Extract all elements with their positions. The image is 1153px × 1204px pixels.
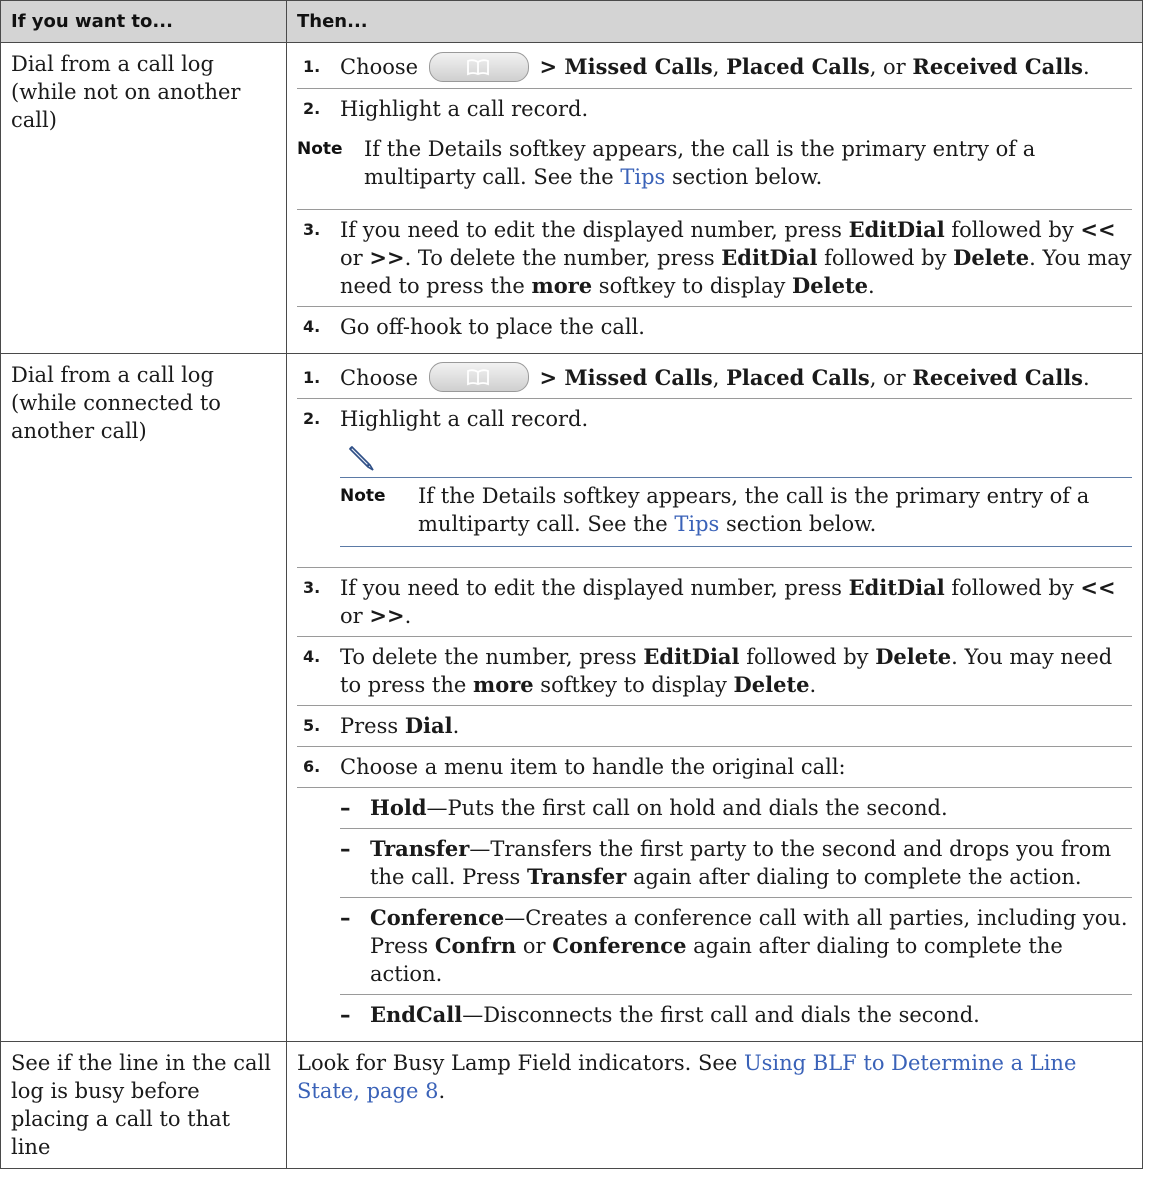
step: 4. To delete the number, press EditDial … (297, 637, 1132, 706)
step: 2. Highlight a call record. (303, 96, 589, 121)
note: Note If the Details softkey appears, the… (297, 439, 1132, 568)
header-then: Then... (286, 0, 1143, 43)
list-item: – EndCall—Disconnects the first call and… (340, 1002, 980, 1027)
row1-steps: 1. Choose > Missed Calls, Placed Calls, … (286, 42, 1143, 354)
table-row: Dial from a call log (while not on anoth… (0, 42, 1143, 354)
row3-then: Look for Busy Lamp Field indicators. See… (286, 1041, 1143, 1169)
note-label: Note (340, 486, 386, 506)
tips-link[interactable]: Tips (674, 512, 719, 536)
table-row: See if the line in the call log is busy … (0, 1041, 1143, 1169)
book-icon (428, 362, 529, 392)
list-item: – Transfer—Transfers the first party to … (340, 829, 1132, 898)
note: Note If the Details softkey appears, the… (297, 129, 1132, 210)
step: 3. If you need to edit the displayed num… (297, 568, 1132, 637)
step: 4. Go off-hook to place the call. (303, 314, 645, 339)
pencil-icon (340, 439, 1132, 477)
table-row: Dial from a call log (while connected to… (0, 352, 1143, 1042)
step: 1. Choose > Missed Calls, Placed Calls, … (297, 47, 1132, 89)
row3-condition: See if the line in the call log is busy … (0, 1041, 287, 1169)
step: 1. Choose > Missed Calls, Placed Calls, … (297, 358, 1132, 399)
step: 6. Choose a menu item to handle the orig… (297, 747, 1132, 788)
book-icon (428, 51, 529, 82)
header-if-you-want: If you want to... (0, 0, 287, 43)
row1-condition: Dial from a call log (while not on anoth… (0, 42, 287, 354)
row2-steps: 1. Choose > Missed Calls, Placed Calls, … (286, 352, 1143, 1042)
step: 5. Press Dial. (297, 706, 1132, 747)
step: 2. Highlight a call record. (303, 407, 589, 431)
list-item: – Conference—Creates a conference call w… (340, 898, 1132, 995)
step: 3. If you need to edit the displayed num… (297, 210, 1132, 307)
table-header-row: If you want to... Then... (0, 0, 1143, 43)
note-label: Note (297, 138, 343, 159)
call-log-table: If you want to... Then... Dial from a ca… (0, 0, 1143, 1169)
tips-link[interactable]: Tips (620, 165, 665, 189)
row2-condition: Dial from a call log (while connected to… (0, 352, 287, 1042)
list-item: – Hold—Puts the first call on hold and d… (340, 788, 1132, 829)
